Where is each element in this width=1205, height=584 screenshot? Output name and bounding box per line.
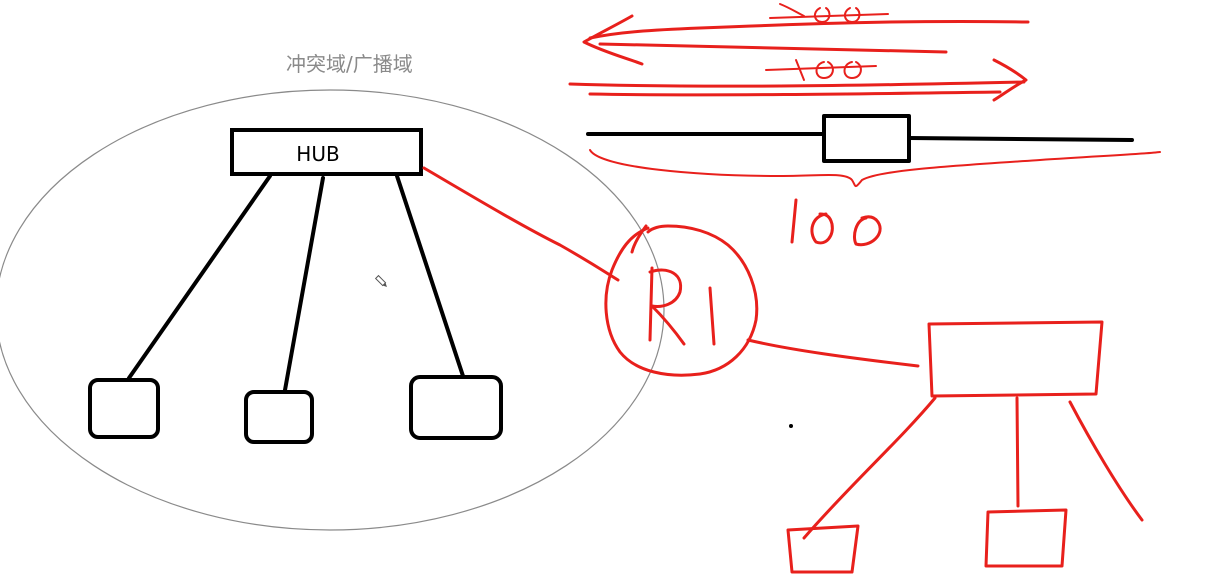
arrow-label-bottom-handwritten bbox=[765, 59, 877, 81]
red-host-box-left bbox=[786, 524, 860, 574]
host-box-right bbox=[409, 375, 503, 440]
host-box-left bbox=[88, 378, 160, 439]
router-circle bbox=[604, 224, 759, 377]
left-arrow-head bbox=[582, 14, 644, 66]
left-arrow-shaft bbox=[598, 42, 948, 54]
router-to-switch-link bbox=[746, 338, 920, 368]
pencil-cursor-icon bbox=[374, 274, 387, 287]
right-arrow bbox=[568, 80, 1026, 88]
red-switch-link-middle bbox=[1015, 396, 1020, 508]
router-circle-tail bbox=[630, 224, 648, 254]
right-arrow-head bbox=[992, 58, 1028, 102]
stray-dot bbox=[789, 424, 793, 428]
hub-link-left bbox=[127, 174, 272, 380]
wire-line-right bbox=[907, 136, 1134, 142]
bandwidth-label-handwritten bbox=[790, 198, 882, 247]
left-arrow bbox=[588, 19, 1030, 40]
hub-link-right bbox=[395, 174, 465, 378]
red-switch-link-right bbox=[1068, 400, 1144, 522]
wire-device-box bbox=[822, 114, 911, 163]
red-switch-box bbox=[927, 320, 1104, 398]
hub-label: HUB bbox=[296, 142, 339, 166]
red-switch-link-left bbox=[802, 396, 937, 540]
arrow-label-top-handwritten bbox=[769, 3, 889, 23]
router-label-handwritten bbox=[648, 266, 716, 346]
hub-link-middle bbox=[283, 176, 325, 392]
hub-to-router-link bbox=[422, 166, 620, 282]
bandwidth-brace bbox=[589, 149, 1161, 187]
red-host-box-right bbox=[984, 508, 1068, 568]
right-arrow-shaft bbox=[588, 90, 1002, 97]
hub-box: HUB bbox=[230, 128, 423, 176]
host-box-middle bbox=[244, 390, 314, 444]
network-diagram-canvas: HUB R1 100 bbox=[0, 3, 1161, 574]
